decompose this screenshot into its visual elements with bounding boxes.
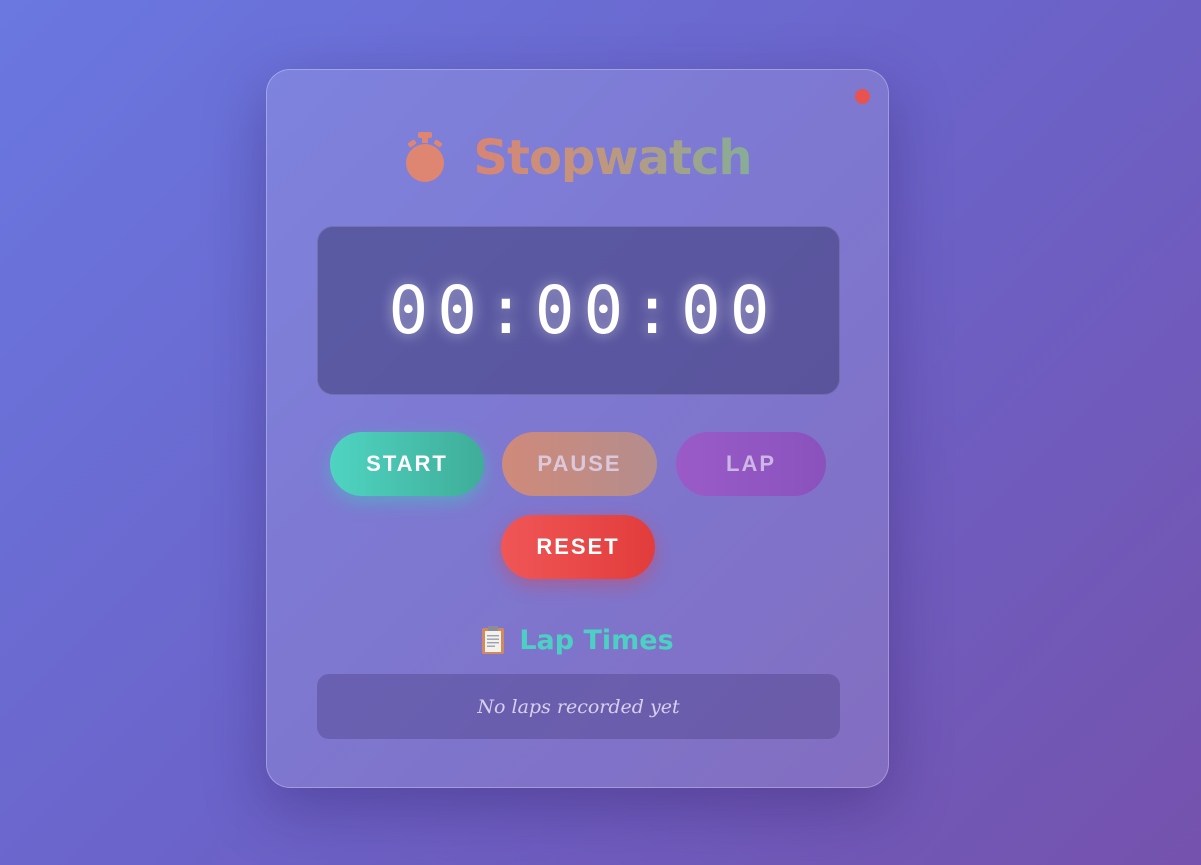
pause-button[interactable]: PAUSE [502, 432, 657, 496]
laps-list: No laps recorded yet [317, 674, 840, 739]
status-indicator [855, 89, 870, 104]
elapsed-time: 00:00:00 [388, 272, 779, 349]
laps-empty-message: No laps recorded yet [477, 695, 680, 718]
clipboard-icon [481, 625, 505, 655]
laps-heading: Lap Times [267, 620, 888, 660]
app-header: Stopwatch [267, 128, 888, 188]
reset-button[interactable]: RESET [501, 515, 655, 579]
time-display: 00:00:00 [317, 226, 840, 395]
start-button[interactable]: START [330, 432, 484, 496]
lap-button[interactable]: LAP [676, 432, 826, 496]
app-title: Stopwatch [473, 130, 752, 186]
stopwatch-icon [403, 130, 447, 186]
laps-title: Lap Times [519, 624, 674, 656]
stopwatch-card: Stopwatch 00:00:00 START PAUSE LAP RESET… [266, 69, 889, 788]
